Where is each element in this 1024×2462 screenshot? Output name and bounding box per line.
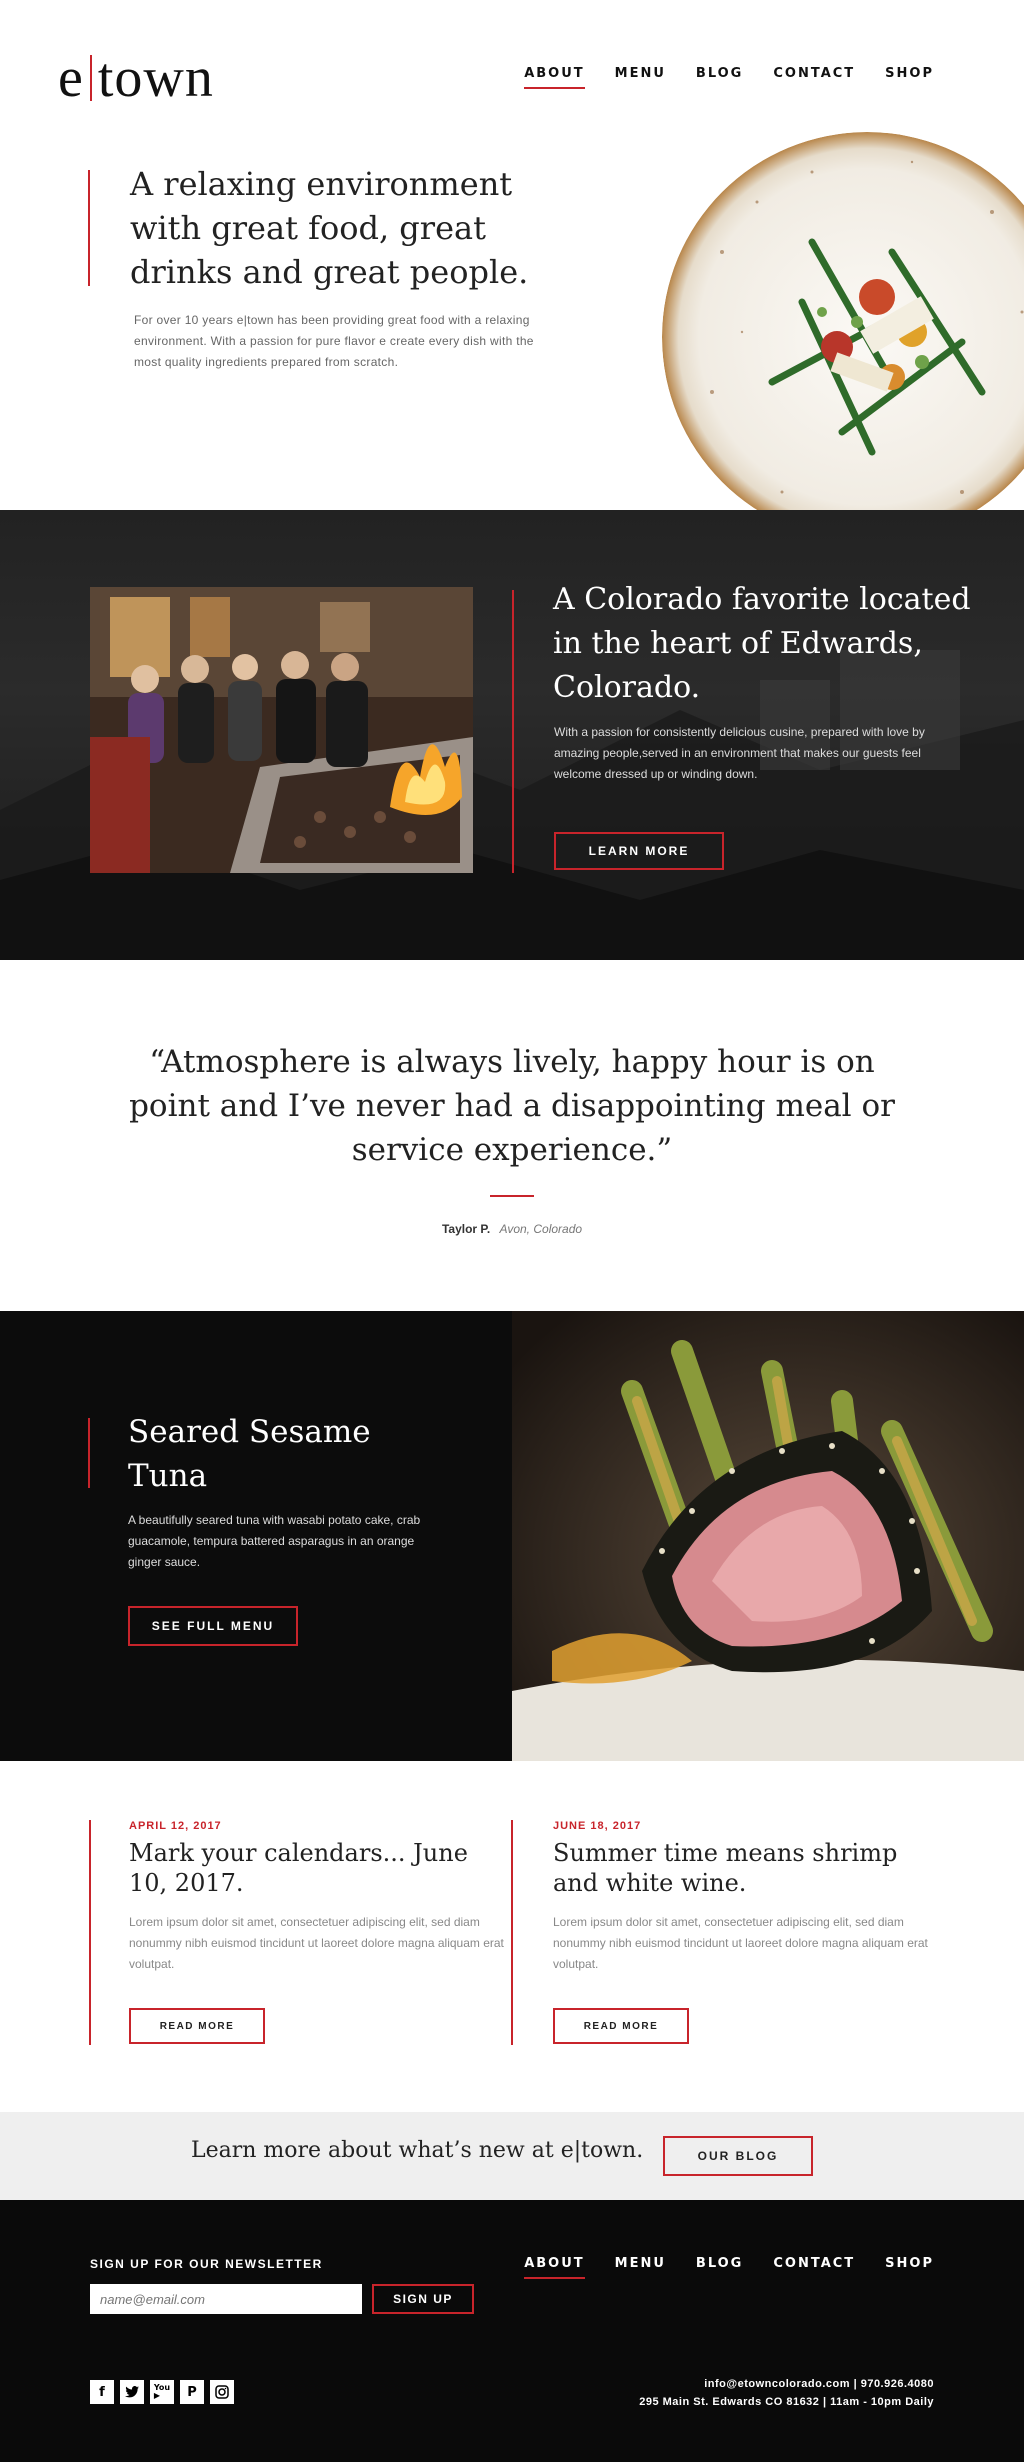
- footer-nav: ABOUT MENU BLOG CONTACT SHOP: [524, 2256, 934, 2279]
- footer-nav-blog[interactable]: BLOG: [696, 2256, 743, 2279]
- footer-nav-about[interactable]: ABOUT: [524, 2256, 585, 2279]
- feature-title: Seared Sesame Tuna: [128, 1414, 371, 1494]
- news-date: APRIL 12, 2017: [129, 1820, 222, 1832]
- colorado-accent-rule: [512, 590, 514, 873]
- nav-item-menu[interactable]: MENU: [615, 66, 666, 89]
- testimonial-rule: [490, 1195, 534, 1197]
- main-nav: ABOUT MENU BLOG CONTACT SHOP: [524, 66, 934, 89]
- footer-nav-menu[interactable]: MENU: [615, 2256, 666, 2279]
- logo[interactable]: e town: [58, 48, 214, 108]
- fire-pit-photo: [90, 587, 473, 873]
- hero-accent-rule: [88, 170, 90, 286]
- hero-plate-image: [662, 132, 1024, 542]
- testimonial-location: Avon, Colorado: [499, 1222, 583, 1236]
- read-more-button[interactable]: READ MORE: [553, 2008, 689, 2044]
- contact-email-phone[interactable]: info@etowncolorado.com | 970.926.4080: [639, 2375, 934, 2393]
- feature-body: A beautifully seared tuna with wasabi po…: [128, 1513, 421, 1569]
- footer-nav-contact[interactable]: CONTACT: [773, 2256, 855, 2279]
- contact-info: info@etowncolorado.com | 970.926.4080 29…: [639, 2375, 934, 2411]
- sign-up-button[interactable]: SIGN UP: [372, 2284, 474, 2314]
- contact-address-hours: 295 Main St. Edwards CO 81632 | 11am - 1…: [639, 2396, 934, 2408]
- footer-nav-shop[interactable]: SHOP: [885, 2256, 934, 2279]
- news-rule-1: [89, 1820, 91, 2045]
- news-body: Lorem ipsum dolor sit amet, consectetuer…: [129, 1915, 504, 1971]
- logo-divider: [89, 55, 92, 101]
- feature-accent-rule: [88, 1418, 90, 1488]
- blog-band-text: Learn more about what’s new at e|town.: [191, 2138, 644, 2163]
- pinterest-icon[interactable]: P: [180, 2380, 204, 2404]
- hero-title: A relaxing environment with great food, …: [130, 165, 529, 291]
- colorado-title: A Colorado favorite located in the heart…: [553, 582, 971, 705]
- nav-item-about[interactable]: ABOUT: [524, 66, 585, 89]
- tuna-photo: [512, 1311, 1024, 1761]
- nav-item-shop[interactable]: SHOP: [885, 66, 934, 89]
- newsletter-heading: SIGN UP FOR OUR NEWSLETTER: [90, 2257, 323, 2271]
- testimonial-author: Taylor P.: [441, 1222, 491, 1236]
- youtube-icon[interactable]: You ▶: [150, 2380, 174, 2404]
- facebook-icon[interactable]: f: [90, 2380, 114, 2404]
- news-rule-2: [511, 1820, 513, 2045]
- social-links: f You ▶ P: [90, 2380, 234, 2404]
- footer: [0, 2200, 1024, 2462]
- news-body: Lorem ipsum dolor sit amet, consectetuer…: [553, 1915, 928, 1971]
- colorado-body: With a passion for consistently deliciou…: [554, 725, 925, 781]
- instagram-icon[interactable]: [210, 2380, 234, 2404]
- read-more-button[interactable]: READ MORE: [129, 2008, 265, 2044]
- hero-body: For over 10 years e|town has been provid…: [134, 313, 534, 369]
- news-title[interactable]: Mark your calendars... June 10, 2017.: [129, 1838, 509, 1898]
- nav-item-contact[interactable]: CONTACT: [773, 66, 855, 89]
- our-blog-button[interactable]: OUR BLOG: [663, 2136, 813, 2176]
- nav-item-blog[interactable]: BLOG: [696, 66, 743, 89]
- news-title[interactable]: Summer time means shrimp and white wine.: [553, 1838, 933, 1898]
- news-date: JUNE 18, 2017: [553, 1820, 642, 1832]
- logo-right: town: [97, 47, 214, 109]
- newsletter-email-input[interactable]: [90, 2284, 362, 2314]
- learn-more-button[interactable]: LEARN MORE: [554, 832, 724, 870]
- logo-left: e: [58, 47, 84, 109]
- see-full-menu-button[interactable]: SEE FULL MENU: [128, 1606, 298, 1646]
- twitter-icon[interactable]: [120, 2380, 144, 2404]
- testimonial-attribution: Taylor P. Avon, Colorado: [0, 1222, 1024, 1236]
- testimonial-quote: “Atmosphere is always lively, happy hour…: [129, 1044, 895, 1168]
